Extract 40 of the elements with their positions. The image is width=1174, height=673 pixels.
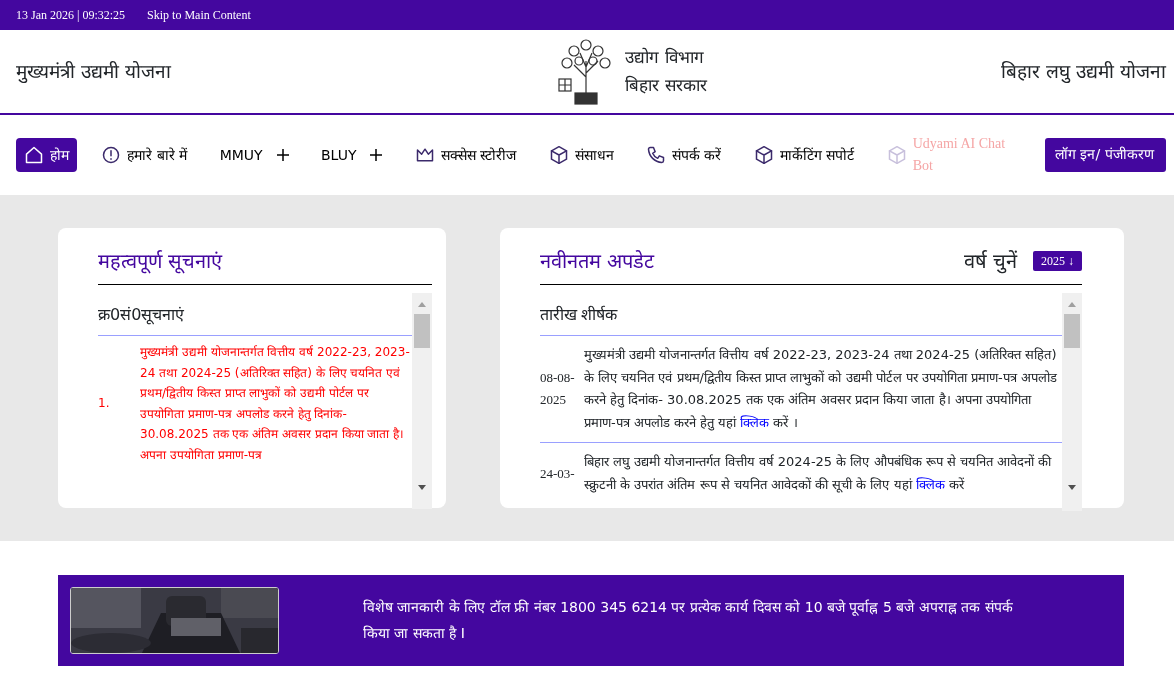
update-text: बिहार लघु उद्यमी योजनान्तर्गत वित्तीय वर्ष 2024-25 के लिए औपबंधिक रूप से चयनित आवेदनों की स्क्रुटनी के उपरांत अंतिम रूप से चयनित आवेदकों की सूची के लिए यहां क्लिक करें: [584, 453, 1053, 495]
nav-link[interactable]: संसाधन: [540, 137, 622, 173]
department-name: उद्योग विभाग: [625, 46, 705, 70]
update-text: मुख्यमंत्री उद्यमी योजनान्तर्गत वित्तीय वर्ष 2022-23, 2023-24 तथा 2024-25 (अतिरिक्त सहित) के लिए चयनित एवं प्रथम/द्वितीय किस्त प्राप्त लाभुकों को उद्यमी पोर्टल पर उपयोगिता प्रमाण-पत्र अपलोड करने हेतु दिनांक- 30.08.2025 तक एक अंतिम अवसर प्रदान किया जाता है। अपना उपयोगिता प्रमाण-पत्र अपलोड करने हेतु यहां क्लिक करें ।: [584, 346, 1058, 433]
plus-icon: [276, 149, 289, 161]
plus-icon: [370, 149, 383, 161]
scrollbar[interactable]: [1062, 293, 1082, 511]
nav-link[interactable]: मार्केटिंग सपोर्ट: [745, 137, 863, 173]
nav-link[interactable]: MMUY: [211, 137, 297, 173]
department-name: बिहार सरकार: [625, 73, 707, 97]
home-icon: [24, 145, 44, 165]
scheme-title: बिहार लघु उद्यमी योजना: [1000, 59, 1166, 85]
date-cell-text: 24-03-: [540, 464, 576, 483]
card-title: नवीनतम अपडेट: [540, 248, 655, 275]
skip-link[interactable]: Skip to Main Content: [147, 6, 251, 24]
row-number: 1.: [98, 395, 111, 413]
nav-link[interactable]: BLUY: [312, 137, 391, 173]
cube-icon: [753, 145, 774, 165]
year-select[interactable]: 2025 ↓: [1033, 251, 1082, 271]
cube-icon: [548, 145, 569, 165]
column-header: तारीख: [540, 304, 577, 326]
nav-link[interactable]: होम: [16, 137, 77, 173]
notice-text: मुख्यमंत्री उद्यमी योजनान्तर्गत वित्तीय वर्ष 2022-23, 2023-24 तथा 2024-25 (अतिरिक्त सहित) के लिए चयनित एवं प्रथम/द्वितीय किस्त प्राप्त लाभुकों को उद्यमी पोर्टल पर उपयोगिता प्रमाण-पत्र अपलोड करने हेतु दिनांक- 30.08.2025 तक एक अंतिम अवसर प्रदान किया जाता है। अपना उपयोगिता प्रमाण-पत्र: [140, 344, 411, 464]
info-icon: [101, 145, 122, 165]
click-link[interactable]: क्लिक: [915, 476, 945, 492]
year-label: वर्ष चुनें: [963, 248, 1017, 276]
card-title: महत्वपूर्ण सूचनाएं: [98, 246, 432, 285]
helpline-text: विशेष जानकारी के लिए टॉल फ्री नंबर 1800 345 6214 पर प्रत्येक कार्य दिवस को 10 बजे पूर्वाह्न 5 बजे अपराह्न तक संपर्क किया जा सकता है I: [363, 597, 1013, 643]
date-cell-text: 08-08-2025: [540, 368, 576, 410]
scheme-title: मुख्यमंत्री उद्यमी योजना: [16, 59, 172, 85]
nav-link[interactable]: संपर्क करें: [638, 137, 730, 173]
phone-icon: [646, 145, 666, 165]
scrollbar[interactable]: [412, 293, 432, 509]
click-link[interactable]: क्लिक: [740, 414, 770, 430]
column-header: शीर्षक: [581, 304, 617, 326]
nav-link[interactable]: सक्सेस स्टोरीज: [406, 137, 525, 173]
login-button[interactable]: लॉग इन/ पंजीकरण: [1045, 138, 1166, 172]
nav-link[interactable]: हमारे बारे में: [93, 137, 196, 173]
date-time: 13 Jan 2026 | 09:32:25: [16, 7, 126, 24]
cube-icon: [886, 145, 907, 165]
